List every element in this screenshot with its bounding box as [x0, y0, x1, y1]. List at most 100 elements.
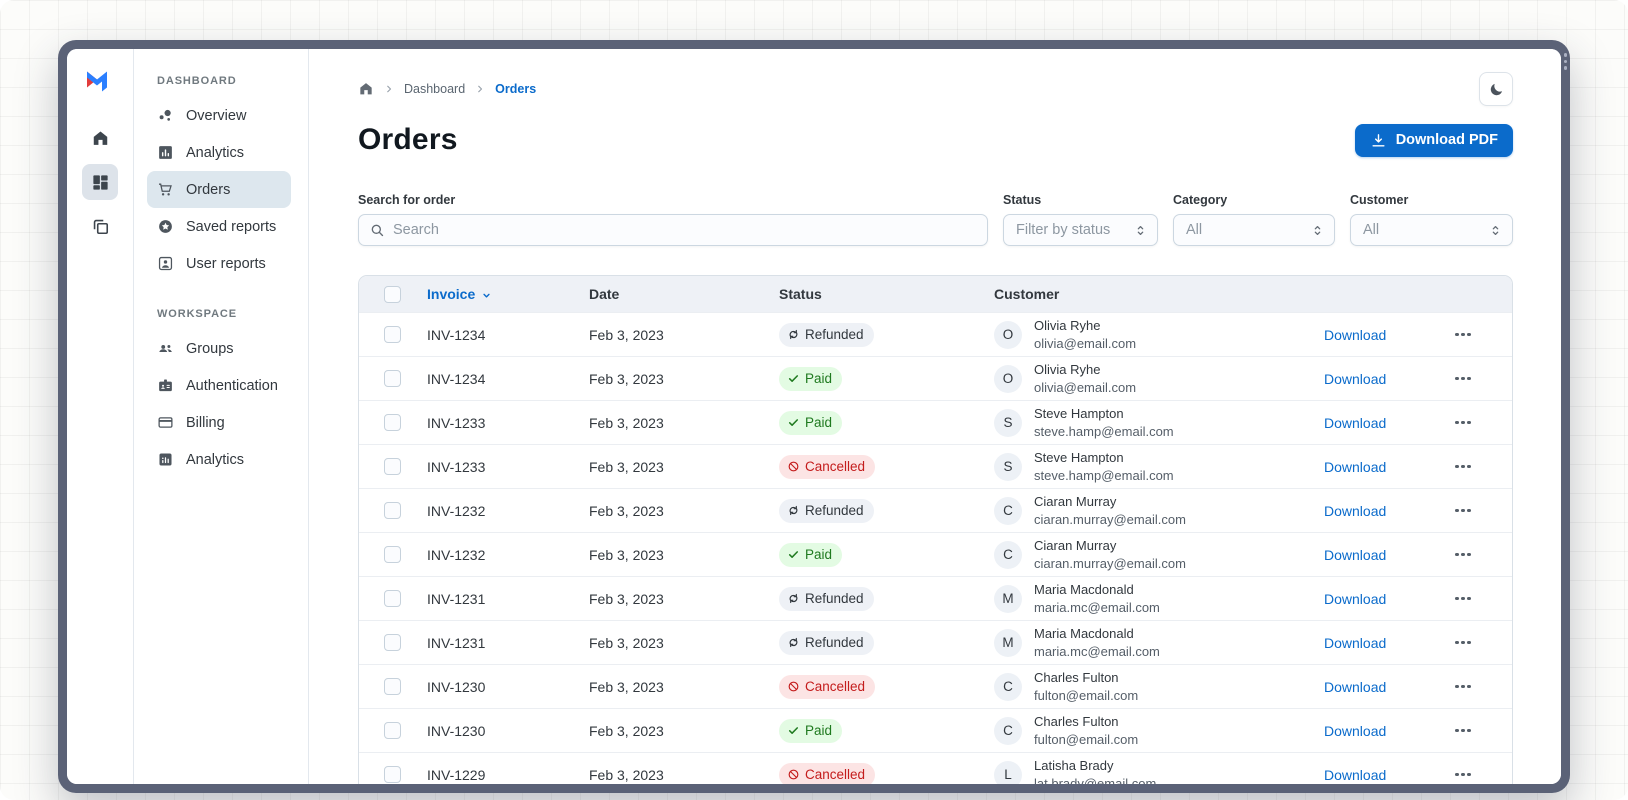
select-all-checkbox[interactable]: [384, 285, 401, 303]
download-link[interactable]: Download: [1324, 723, 1386, 739]
status-badge: Paid: [779, 542, 843, 567]
customer-name: Ciaran Murray: [1034, 537, 1117, 553]
row-more-button[interactable]: [1447, 765, 1479, 784]
breadcrumb-dashboard[interactable]: Dashboard: [404, 82, 465, 96]
row-more-button[interactable]: [1447, 545, 1479, 565]
category-select[interactable]: All: [1173, 214, 1335, 246]
download-link[interactable]: Download: [1324, 547, 1386, 563]
row-more-button[interactable]: [1447, 325, 1479, 345]
download-pdf-button[interactable]: Download PDF: [1354, 123, 1513, 157]
home-icon[interactable]: [358, 81, 374, 97]
status-badge: Paid: [779, 410, 843, 435]
customer-email: olivia@email.com: [1034, 335, 1137, 351]
search-input[interactable]: [393, 222, 977, 238]
avatar: M: [994, 628, 1022, 657]
customer-email: steve.hamp@email.com: [1034, 423, 1174, 439]
download-link[interactable]: Download: [1324, 459, 1386, 475]
customer-select[interactable]: All: [1350, 214, 1513, 246]
filter-label: Category: [1173, 193, 1228, 207]
rail-apps-button[interactable]: [82, 164, 118, 200]
status-select[interactable]: Filter by status: [1003, 214, 1158, 246]
invoice-cell: INV-1229: [427, 766, 486, 783]
sidebar-item-user-reports[interactable]: User reports: [147, 245, 291, 282]
row-checkbox[interactable]: [384, 546, 401, 563]
row-more-button[interactable]: [1447, 633, 1479, 653]
table-row: INV-1230 Feb 3, 2023 Cancelled C Charles…: [359, 664, 1512, 708]
sidebar-item-saved-reports[interactable]: Saved reports: [147, 208, 291, 245]
download-link[interactable]: Download: [1324, 767, 1386, 783]
autorenew-icon: [787, 592, 800, 605]
invoice-cell: INV-1233: [427, 458, 486, 475]
row-more-button[interactable]: [1447, 457, 1479, 477]
sort-arrow-icon: [480, 287, 493, 302]
download-link[interactable]: Download: [1324, 371, 1386, 387]
row-more-button[interactable]: [1447, 501, 1479, 521]
scrollbar-thumb[interactable]: [1563, 53, 1568, 70]
row-more-button[interactable]: [1447, 589, 1479, 609]
moon-icon: [1488, 81, 1505, 98]
sidebar-item-label: Groups: [186, 340, 234, 357]
row-checkbox[interactable]: [384, 634, 401, 651]
sidebar-item-analytics[interactable]: Analytics: [147, 134, 291, 171]
row-more-button[interactable]: [1447, 677, 1479, 697]
row-checkbox[interactable]: [384, 458, 401, 475]
row-checkbox[interactable]: [384, 502, 401, 519]
filter-group-customer: Customer All: [1350, 193, 1513, 246]
sidebar: DASHBOARD Overview Analytics Orders Saved re…: [134, 49, 309, 784]
column-header-invoice[interactable]: Invoice: [427, 286, 589, 302]
customer-email: steve.hamp@email.com: [1034, 467, 1174, 483]
credit-card-icon: [157, 414, 174, 431]
row-checkbox[interactable]: [384, 678, 401, 695]
check-icon: [787, 416, 800, 429]
download-link[interactable]: Download: [1324, 591, 1386, 607]
row-more-button[interactable]: [1447, 369, 1479, 389]
avatar: S: [994, 452, 1022, 481]
download-link[interactable]: Download: [1324, 415, 1386, 431]
row-checkbox[interactable]: [384, 722, 401, 739]
download-link[interactable]: Download: [1324, 327, 1386, 343]
row-more-button[interactable]: [1447, 413, 1479, 433]
sidebar-item-label: Overview: [186, 107, 247, 124]
date-cell: Feb 3, 2023: [589, 326, 664, 343]
sidebar-item-label: User reports: [186, 255, 266, 272]
sidebar-item-groups[interactable]: Groups: [147, 330, 291, 367]
sidebar-item-analytics[interactable]: Analytics: [147, 441, 291, 478]
rail-home-button[interactable]: [82, 120, 118, 156]
avatar: C: [994, 540, 1022, 569]
row-checkbox[interactable]: [384, 414, 401, 431]
sidebar-item-authentication[interactable]: Authentication: [147, 367, 291, 404]
row-checkbox[interactable]: [384, 370, 401, 387]
row-checkbox[interactable]: [384, 590, 401, 607]
filter-group-category: Category All: [1173, 193, 1335, 246]
row-checkbox[interactable]: [384, 766, 401, 783]
invoice-cell: INV-1232: [427, 546, 486, 563]
breadcrumb-orders[interactable]: Orders: [495, 82, 536, 96]
customer-name: Charles Fulton: [1034, 669, 1119, 685]
autorenew-icon: [787, 504, 800, 517]
star-circle-icon: [157, 218, 174, 235]
badge-icon: [157, 377, 174, 394]
groups-icon: [157, 340, 174, 357]
customer-name: Steve Hampton: [1034, 449, 1124, 465]
chevron-right-icon: [383, 83, 395, 95]
search-field: [358, 214, 988, 246]
breadcrumb: Dashboard Orders: [358, 81, 536, 97]
download-link[interactable]: Download: [1324, 679, 1386, 695]
table-row: INV-1234 Feb 3, 2023 Paid O Olivia Ryhe …: [359, 356, 1512, 400]
sidebar-item-orders[interactable]: Orders: [147, 171, 291, 208]
row-checkbox[interactable]: [384, 326, 401, 343]
apps-icon: [91, 173, 110, 192]
download-link[interactable]: Download: [1324, 503, 1386, 519]
select-value: All: [1363, 222, 1380, 238]
dark-mode-toggle[interactable]: [1479, 72, 1513, 106]
rail-layers-button[interactable]: [82, 208, 118, 244]
sidebar-item-overview[interactable]: Overview: [147, 97, 291, 134]
avatar: O: [994, 364, 1022, 393]
download-link[interactable]: Download: [1324, 635, 1386, 651]
status-badge: Paid: [779, 366, 843, 391]
select-value: All: [1186, 222, 1203, 238]
avatar: C: [994, 716, 1022, 745]
sidebar-item-billing[interactable]: Billing: [147, 404, 291, 441]
row-more-button[interactable]: [1447, 721, 1479, 741]
mui-logo-icon: [85, 69, 115, 96]
